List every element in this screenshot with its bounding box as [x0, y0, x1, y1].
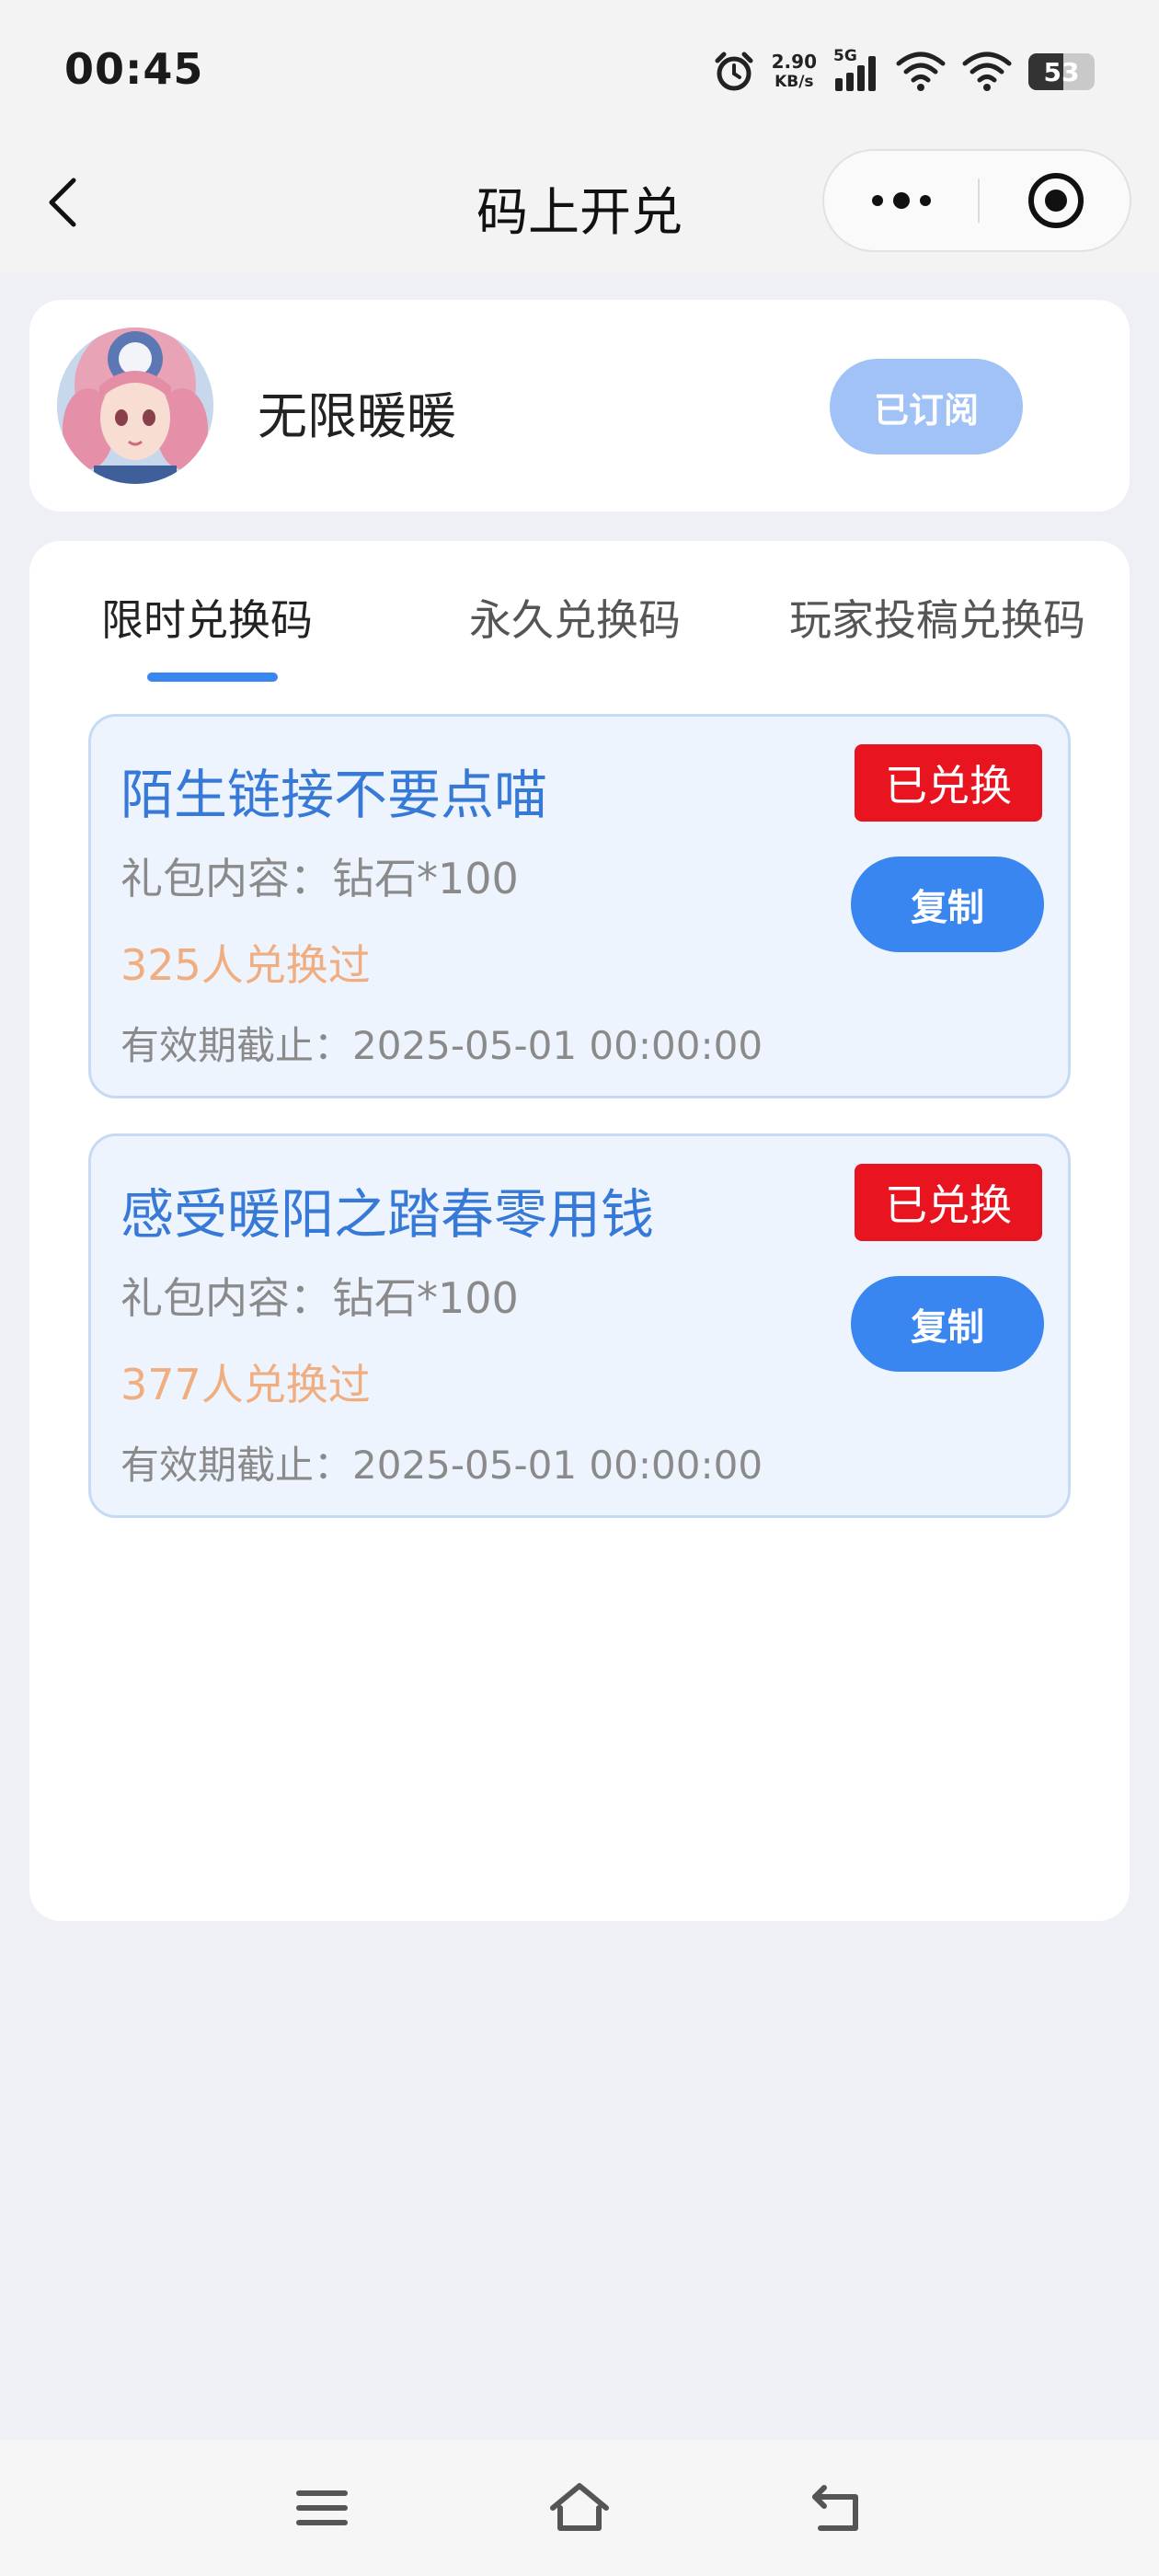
avatar[interactable] [57, 328, 213, 484]
copy-button[interactable]: 复制 [851, 857, 1044, 952]
system-back-button[interactable] [802, 2473, 872, 2543]
code-title: 感受暖阳之踏春零用钱 [120, 1183, 655, 1246]
redeemed-badge: 已兑换 [855, 744, 1042, 822]
battery-level: 53 [1043, 56, 1080, 87]
main-panel: 限时兑换码 永久兑换码 玩家投稿兑换码 陌生链接不要点喵 礼包内容：钻石*100… [29, 541, 1130, 1921]
net-speed: 2.90 KB/s [772, 52, 817, 92]
more-button[interactable] [824, 151, 978, 250]
close-mini-program-button[interactable] [980, 151, 1131, 250]
gift-content: 礼包内容：钻石*100 [120, 1273, 519, 1323]
subscribe-button[interactable]: 已订阅 [830, 359, 1023, 454]
signal-5g-icon: 5G [833, 49, 879, 93]
system-nav-bar [0, 2440, 1159, 2576]
home-icon [550, 2483, 609, 2531]
status-bar: 00:45 2.90 KB/s 5G 53 [0, 0, 1159, 138]
system-home-button[interactable] [545, 2473, 614, 2543]
status-icons: 2.90 KB/s 5G 53 [713, 46, 1095, 98]
tab-player-codes[interactable]: 玩家投稿兑换码 [789, 587, 1085, 648]
nav-bar: 码上开兑 [0, 138, 1159, 272]
alarm-icon [713, 51, 755, 93]
system-menu-button[interactable] [287, 2473, 357, 2543]
target-circle-icon [1027, 173, 1084, 228]
net-speed-value: 2.90 [771, 51, 817, 73]
redeem-count: 377人兑换过 [120, 1360, 371, 1409]
code-card: 感受暖阳之踏春零用钱 礼包内容：钻石*100 377人兑换过 有效期截止：202… [88, 1133, 1071, 1518]
wifi-icon [896, 51, 946, 93]
more-dots-icon [871, 192, 931, 209]
expiry-date: 有效期截止：2025-05-01 00:00:00 [120, 1023, 763, 1068]
expiry-date: 有效期截止：2025-05-01 00:00:00 [120, 1443, 763, 1488]
gift-content: 礼包内容：钻石*100 [120, 854, 519, 903]
tab-bar: 限时兑换码 永久兑换码 玩家投稿兑换码 [29, 541, 1130, 688]
tab-limited-codes[interactable]: 限时兑换码 [101, 587, 313, 648]
code-card: 陌生链接不要点喵 礼包内容：钻石*100 325人兑换过 有效期截止：2025-… [88, 714, 1071, 1098]
tab-active-indicator [147, 673, 278, 682]
menu-icon [296, 2490, 348, 2525]
mini-program-capsule [822, 149, 1131, 252]
tab-permanent-codes[interactable]: 永久兑换码 [469, 587, 681, 648]
profile-name: 无限暖暖 [258, 387, 456, 445]
redeemed-badge: 已兑换 [855, 1164, 1042, 1241]
redeem-count: 325人兑换过 [120, 940, 371, 990]
back-icon [812, 2485, 858, 2531]
code-title: 陌生链接不要点喵 [120, 764, 548, 826]
status-time: 00:45 [64, 44, 204, 94]
battery-icon: 53 [1028, 53, 1095, 90]
net-speed-unit: KB/s [775, 73, 814, 91]
wifi-icon [962, 51, 1012, 93]
copy-button[interactable]: 复制 [851, 1276, 1044, 1372]
profile-card: 无限暖暖 已订阅 [29, 300, 1130, 512]
